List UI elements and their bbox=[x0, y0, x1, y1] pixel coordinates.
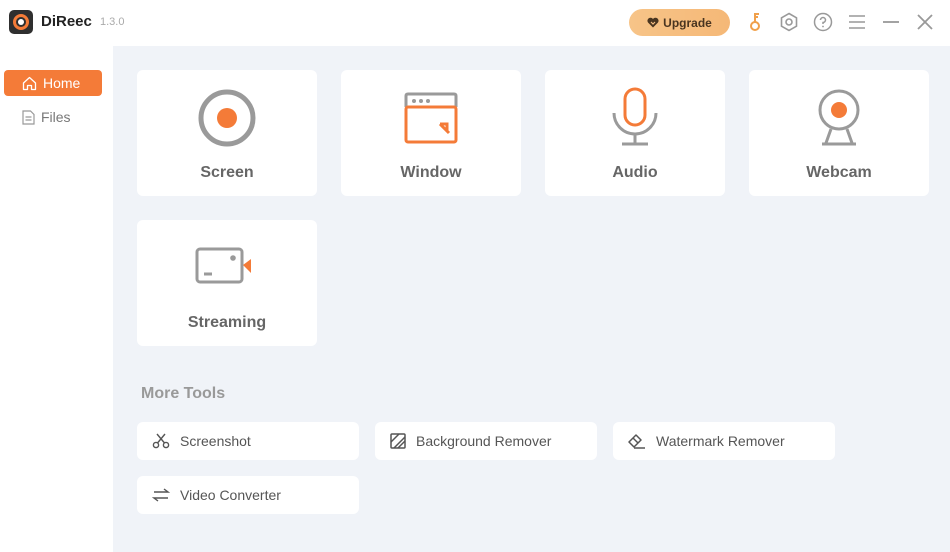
file-icon bbox=[22, 109, 35, 125]
sidebar-item-files[interactable]: Files bbox=[4, 104, 102, 130]
watermark-remover-tool-button[interactable]: Watermark Remover bbox=[613, 422, 835, 460]
close-icon[interactable] bbox=[914, 11, 936, 33]
upgrade-label: Upgrade bbox=[663, 15, 712, 30]
scissors-icon bbox=[152, 433, 170, 449]
sidebar: Home Files bbox=[0, 46, 113, 552]
app-logo bbox=[9, 10, 33, 34]
app-name: DiReec bbox=[41, 13, 92, 30]
window-icon bbox=[404, 92, 458, 144]
sidebar-item-label: Home bbox=[43, 75, 81, 91]
window-record-card[interactable]: Window bbox=[341, 70, 521, 196]
audio-record-card[interactable]: Audio bbox=[545, 70, 725, 196]
more-tools-title: More Tools bbox=[141, 385, 226, 402]
record-icon bbox=[198, 89, 256, 147]
card-label: Window bbox=[400, 164, 462, 181]
streaming-record-card[interactable]: Streaming bbox=[137, 220, 317, 346]
sidebar-item-label: Files bbox=[41, 109, 71, 125]
tool-label: Screenshot bbox=[180, 433, 251, 449]
card-label: Streaming bbox=[187, 314, 267, 331]
upgrade-button[interactable]: Upgrade bbox=[629, 9, 730, 36]
webcam-icon bbox=[818, 89, 860, 146]
settings-icon[interactable] bbox=[778, 11, 800, 33]
background-remover-icon bbox=[390, 433, 406, 449]
app-version: 1.3.0 bbox=[100, 16, 125, 28]
microphone-icon bbox=[612, 87, 658, 146]
convert-arrows-icon bbox=[152, 488, 170, 502]
screen-record-card[interactable]: Screen bbox=[137, 70, 317, 196]
screenshot-tool-button[interactable]: Screenshot bbox=[137, 422, 359, 460]
tool-label: Video Converter bbox=[180, 487, 281, 503]
tool-label: Background Remover bbox=[416, 433, 552, 449]
minimize-icon[interactable] bbox=[880, 11, 902, 33]
help-icon[interactable] bbox=[812, 11, 834, 33]
main-content: Screen Window Audio Webcam Streaming Mor… bbox=[113, 46, 950, 552]
sidebar-item-home[interactable]: Home bbox=[4, 70, 102, 96]
streaming-camera-icon bbox=[195, 247, 251, 284]
title-bar: DiReec 1.3.0 Upgrade bbox=[0, 0, 950, 46]
home-icon bbox=[22, 76, 37, 90]
background-remover-tool-button[interactable]: Background Remover bbox=[375, 422, 597, 460]
webcam-record-card[interactable]: Webcam bbox=[749, 70, 929, 196]
menu-icon[interactable] bbox=[846, 11, 868, 33]
card-label: Audio bbox=[612, 164, 658, 181]
card-label: Screen bbox=[200, 164, 254, 181]
tool-label: Watermark Remover bbox=[656, 433, 785, 449]
video-converter-tool-button[interactable]: Video Converter bbox=[137, 476, 359, 514]
heart-icon bbox=[647, 17, 659, 28]
eraser-icon bbox=[628, 434, 645, 449]
key-icon[interactable] bbox=[744, 11, 766, 33]
card-label: Webcam bbox=[806, 164, 872, 181]
